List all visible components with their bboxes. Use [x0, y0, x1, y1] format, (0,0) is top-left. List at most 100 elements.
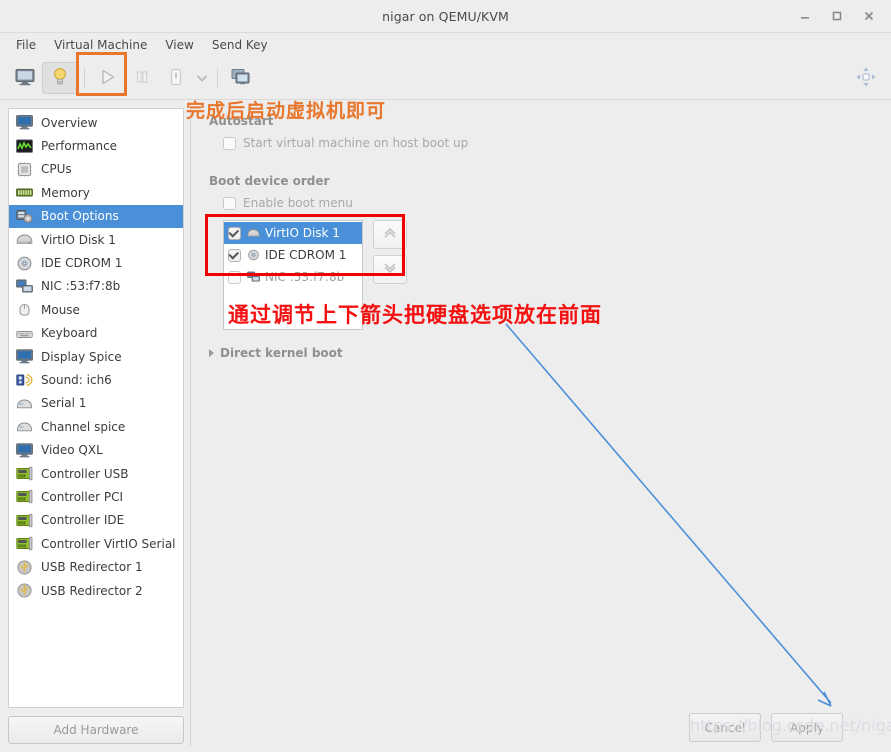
cdrom-icon	[246, 246, 260, 264]
pause-button[interactable]	[125, 63, 159, 93]
add-hardware-button[interactable]: Add Hardware	[8, 716, 184, 744]
enable-boot-menu-checkbox[interactable]	[223, 196, 236, 210]
network-icon	[246, 268, 260, 286]
virt-manager-window: nigar on QEMU/KVM File Virtual Machine V…	[0, 0, 891, 752]
sidebar-item-video-qxl[interactable]: Video QXL	[9, 438, 183, 461]
play-icon	[99, 68, 117, 89]
memory-icon	[15, 184, 33, 202]
power-icon	[168, 68, 184, 89]
autostart-checkbox-row[interactable]: Start virtual machine on host boot up	[223, 136, 873, 150]
sidebar-item-label: Sound: ich6	[41, 372, 112, 387]
menu-virtual-machine[interactable]: Virtual Machine	[46, 36, 155, 54]
hardware-list[interactable]: Overview Performance CPUs Memory Boot Op…	[8, 108, 184, 708]
controller-icon	[15, 488, 33, 506]
dialog-buttons: Cancel Apply	[209, 713, 873, 752]
sidebar-item-label: USB Redirector 2	[41, 583, 143, 598]
boot-device-list[interactable]: VirtIO Disk 1 IDE CDROM 1 NIC:53:f7:8b	[223, 220, 363, 330]
sidebar-item-usb-redirector-2[interactable]: USB Redirector 2	[9, 579, 183, 602]
sidebar-item-label: Serial 1	[41, 396, 87, 411]
sidebar-item-label: Display Spice	[41, 349, 122, 364]
usb-icon	[15, 582, 33, 600]
sidebar-item-performance[interactable]: Performance	[9, 134, 183, 157]
sidebar-item-virtio-disk-1[interactable]: VirtIO Disk 1	[9, 228, 183, 251]
sidebar-item-label: Boot Options	[41, 209, 119, 224]
toolbar	[0, 57, 891, 100]
toolbar-separator-1	[84, 68, 85, 88]
boot-device-order-area: VirtIO Disk 1 IDE CDROM 1 NIC:53:f7:8b	[223, 220, 873, 330]
enable-boot-menu-row[interactable]: Enable boot menu	[223, 196, 873, 210]
sidebar-item-nic[interactable]: NIC :53:f7:8b	[9, 275, 183, 298]
controller-icon	[15, 465, 33, 483]
cpu-icon	[15, 160, 33, 178]
sidebar-item-ide-cdrom-1[interactable]: IDE CDROM 1	[9, 251, 183, 274]
triangle-right-icon	[209, 349, 214, 357]
serial-icon	[15, 394, 33, 412]
apply-button[interactable]: Apply	[771, 713, 843, 742]
sidebar-item-label: Memory	[41, 185, 90, 200]
maximize-icon[interactable]	[829, 8, 845, 24]
boot-device-checkbox[interactable]	[228, 226, 241, 240]
shutdown-menu-button[interactable]	[193, 63, 211, 93]
boot-options-panel: Autostart Start virtual machine on host …	[191, 100, 891, 752]
cdrom-icon	[15, 254, 33, 272]
sidebar-item-overview[interactable]: Overview	[9, 111, 183, 134]
disk-icon	[246, 224, 260, 242]
cancel-button[interactable]: Cancel	[689, 713, 761, 742]
sidebar-item-memory[interactable]: Memory	[9, 181, 183, 204]
sidebar-item-label: IDE CDROM 1	[41, 256, 123, 271]
controller-icon	[15, 511, 33, 529]
show-details-button[interactable]	[42, 62, 78, 94]
sidebar-item-controller-usb[interactable]: Controller USB	[9, 462, 183, 485]
channel-icon	[15, 418, 33, 436]
menu-file[interactable]: File	[8, 36, 44, 54]
menu-send-key[interactable]: Send Key	[204, 36, 276, 54]
sidebar-item-label: Controller PCI	[41, 489, 123, 504]
shutdown-button[interactable]	[159, 63, 193, 93]
sidebar-item-channel-spice[interactable]: Channel spice	[9, 415, 183, 438]
boot-gear-icon	[15, 207, 33, 225]
boot-device-checkbox[interactable]	[228, 248, 241, 262]
autostart-checkbox[interactable]	[223, 136, 236, 150]
hardware-sidebar: Overview Performance CPUs Memory Boot Op…	[0, 100, 190, 752]
chevron-up-icon	[382, 226, 398, 243]
sidebar-item-label: Mouse	[41, 302, 80, 317]
move-down-button[interactable]	[373, 255, 407, 284]
disk-icon	[15, 231, 33, 249]
keyboard-icon	[15, 324, 33, 342]
boot-device-row[interactable]: NIC :53:f7:8b	[224, 266, 362, 288]
direct-kernel-boot-label: Direct kernel boot	[220, 346, 343, 360]
boot-device-row[interactable]: VirtIO Disk 1	[224, 222, 362, 244]
sidebar-item-cpus[interactable]: CPUs	[9, 158, 183, 181]
sidebar-item-display-spice[interactable]: Display Spice	[9, 345, 183, 368]
boot-order-arrows	[373, 220, 407, 330]
monitor-icon	[15, 114, 33, 132]
display-icon	[15, 348, 33, 366]
minimize-icon[interactable]	[797, 8, 813, 24]
sidebar-item-usb-redirector-1[interactable]: USB Redirector 1	[9, 555, 183, 578]
sidebar-item-mouse[interactable]: Mouse	[9, 298, 183, 321]
autostart-checkbox-label: Start virtual machine on host boot up	[243, 136, 469, 150]
sidebar-item-controller-virtio-serial[interactable]: Controller VirtIO Serial	[9, 532, 183, 555]
run-button[interactable]	[91, 63, 125, 93]
snapshots-button[interactable]	[224, 63, 258, 93]
sidebar-item-controller-pci[interactable]: Controller PCI	[9, 485, 183, 508]
fullscreen-button[interactable]	[849, 63, 883, 93]
sidebar-item-label: Controller IDE	[41, 513, 125, 528]
window-title: nigar on QEMU/KVM	[382, 8, 509, 24]
sound-icon	[15, 371, 33, 389]
sidebar-item-label: Keyboard	[41, 326, 98, 341]
pause-icon	[134, 69, 150, 88]
boot-device-row[interactable]: IDE CDROM 1	[224, 244, 362, 266]
sidebar-item-keyboard[interactable]: Keyboard	[9, 322, 183, 345]
sidebar-item-serial-1[interactable]: Serial 1	[9, 392, 183, 415]
close-icon[interactable]	[861, 8, 877, 24]
direct-kernel-boot-expander[interactable]: Direct kernel boot	[209, 346, 873, 360]
show-console-button[interactable]	[8, 63, 42, 93]
move-up-button[interactable]	[373, 220, 407, 249]
controller-icon	[15, 535, 33, 553]
sidebar-item-sound[interactable]: Sound: ich6	[9, 368, 183, 391]
menu-view[interactable]: View	[157, 36, 201, 54]
sidebar-item-controller-ide[interactable]: Controller IDE	[9, 509, 183, 532]
sidebar-item-boot-options[interactable]: Boot Options	[9, 204, 183, 228]
boot-device-checkbox[interactable]	[228, 270, 241, 284]
